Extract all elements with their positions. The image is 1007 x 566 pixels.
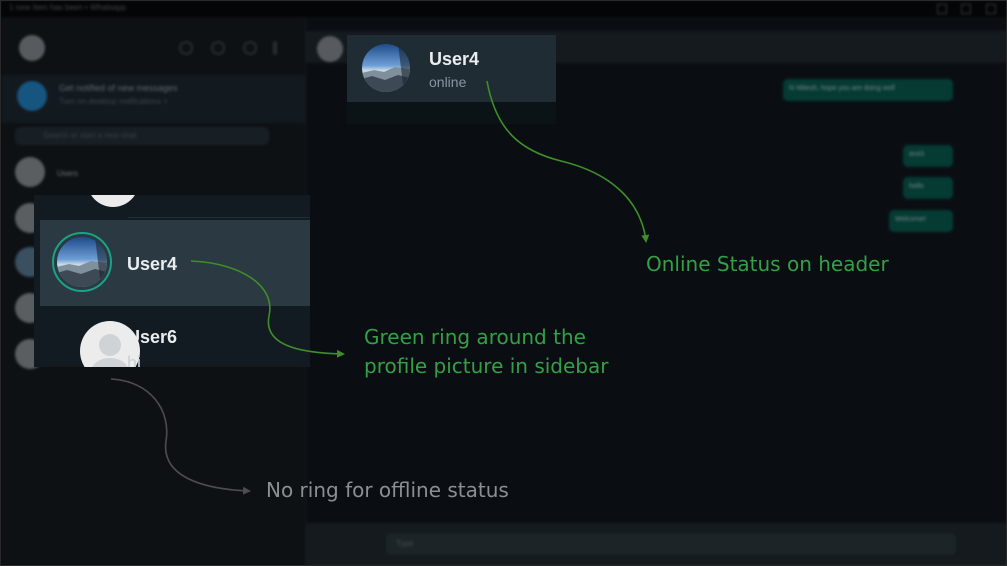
caption-online-header: Online Status on header <box>646 252 889 276</box>
caption-green-ring-line2: profile picture in sidebar <box>364 354 609 378</box>
arrow-to-header-caption <box>486 80 650 243</box>
screenshot-frame: 1 new item has been • Whatsapp Get notif… <box>0 0 1007 566</box>
caption-green-ring-line1: Green ring around the <box>364 325 586 349</box>
arrow-to-offline-caption <box>110 378 251 495</box>
caption-no-ring: No ring for offline status <box>266 478 509 502</box>
arrow-to-ring-caption <box>190 260 345 358</box>
